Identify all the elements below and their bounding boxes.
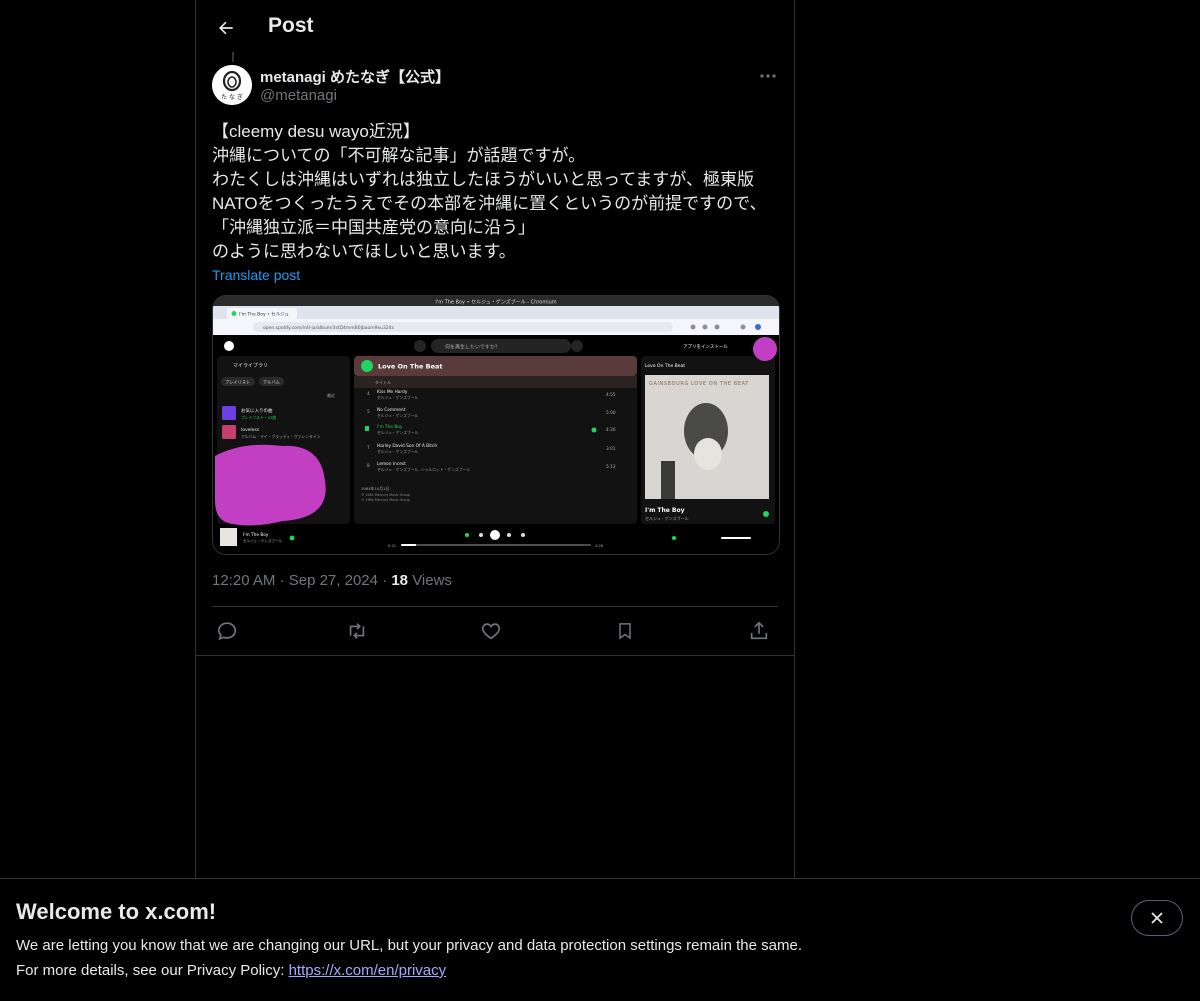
avatar[interactable]: た な ぎ: [212, 65, 252, 105]
media-album-play-button: [361, 360, 373, 372]
media-track-time: 5:12: [606, 464, 616, 470]
media-lib-item-title: loveless: [241, 427, 260, 433]
banner-policy-line: For more details, see our Privacy Policy…: [16, 962, 446, 979]
media-search-placeholder: 何を再生したいですか？: [445, 344, 500, 351]
media-recent-label: 最近: [327, 392, 335, 398]
media-pause-button: [490, 530, 500, 540]
media-np-track: I'm The Boy: [645, 507, 685, 514]
like-icon: [481, 623, 501, 640]
media-track-artist: セルジュ・ゲンズブール: [377, 449, 419, 454]
media-track-num: 7: [367, 445, 370, 451]
welcome-banner: Welcome to x.com! We are letting you kno…: [0, 878, 1200, 1001]
media-spotify-logo: [224, 341, 234, 351]
banner-policy-prefix: For more details, see our Privacy Policy…: [16, 962, 289, 979]
primary-column: Post た な ぎ metanagi めたなぎ【公式】 @metanagi 【…: [195, 0, 795, 1000]
media-time-elapsed: 0:21: [388, 544, 396, 548]
banner-close-button[interactable]: [1131, 900, 1183, 936]
media-cover-text: GAINSBOURG LOVE ON THE BEAT: [649, 381, 749, 387]
media-track-artist: セルジュ・ゲンズブール: [377, 395, 419, 400]
share-icon: [750, 621, 768, 640]
media-install-label: アプリをインストール: [683, 343, 728, 350]
post-text: 【cleemy desu wayo近況】 沖縄についての「不可解な記事」が話題で…: [212, 120, 778, 264]
media-track-num: 4: [367, 391, 370, 397]
post-text-line: わたくしは沖縄はいずれは独立したほうがいいと思ってますが、極東版: [212, 170, 754, 189]
media-copyright: ℗ 1984 Mercury Music Group: [361, 498, 410, 502]
media-track-artist: セルジュ・ゲンズブール: [377, 430, 419, 435]
post-time[interactable]: 12:20 AM: [212, 572, 275, 589]
media-lib-item-title: お気に入りの曲: [241, 407, 273, 414]
page-title: Post: [268, 14, 314, 37]
repost-button[interactable]: [342, 618, 372, 644]
media-track-time: 5:00: [606, 410, 616, 416]
reply-icon: [217, 622, 237, 641]
divider: [212, 606, 778, 607]
bookmark-button[interactable]: [610, 618, 640, 644]
action-bar: [212, 614, 778, 648]
repost-icon: [349, 623, 365, 639]
media-tab-label: I'm The Boy • セルジュ: [239, 312, 289, 318]
post-media-image[interactable]: I'm The Boy • セルジュ・ゲンズブール - Chromium I'm…: [212, 295, 780, 555]
privacy-policy-link[interactable]: https://x.com/en/privacy: [289, 962, 447, 979]
media-screenshot: I'm The Boy • セルジュ・ゲンズブール - Chromium I'm…: [213, 296, 779, 554]
views-count: 18: [391, 572, 409, 589]
media-track-time: 3:01: [606, 446, 616, 452]
translate-post-link[interactable]: Translate post: [212, 267, 300, 283]
media-track-num: 5: [367, 409, 370, 415]
media-track-artist: セルジュ・ゲンズブール: [377, 413, 419, 418]
media-np-artist: セルジュ・ゲンズブール: [645, 515, 689, 521]
more-button[interactable]: [756, 66, 780, 86]
views-label: Views: [412, 572, 452, 589]
post-bottom-border: [196, 655, 794, 656]
bookmark-icon: [619, 623, 631, 640]
user-handle[interactable]: @metanagi: [260, 87, 337, 104]
media-np-panel-title: Love On The Beat: [645, 363, 685, 369]
avatar-logo-icon: た な ぎ: [212, 65, 252, 105]
banner-message: We are letting you know that we are chan…: [16, 937, 802, 954]
media-redaction-dot: [753, 337, 777, 361]
media-bar-artist: セルジュ・ゲンズブール: [243, 538, 283, 543]
avatar-text: た な ぎ: [221, 93, 243, 101]
media-track-time: 4:55: [606, 392, 616, 398]
share-button[interactable]: [744, 618, 774, 644]
media-copyright: © 1984 Mercury Music Group: [361, 493, 410, 497]
back-button[interactable]: [210, 12, 242, 44]
display-name[interactable]: metanagi めたなぎ【公式】: [260, 66, 450, 87]
media-lib-item-sub: プレイリスト・47曲: [241, 415, 276, 420]
post-text-line: 「沖縄独立派＝中国共産党の意向に沿う」: [212, 218, 535, 237]
media-window-title: I'm The Boy • セルジュ・ゲンズブール - Chromium: [435, 299, 556, 306]
post-text-line: 【cleemy desu wayo近況】: [212, 122, 420, 141]
banner-title: Welcome to x.com!: [16, 899, 217, 924]
post-text-line: NATOをつくったうえでその本部を沖縄に置くというのが前提ですので、: [212, 194, 767, 213]
header-bar: Post: [196, 0, 794, 53]
post-text-line: のように思わないでほしいと思います。: [212, 242, 516, 261]
meta-separator: ·: [382, 572, 388, 589]
media-tab-favicon: [231, 311, 237, 316]
media-track-num: 8: [367, 463, 370, 469]
like-button[interactable]: [476, 618, 506, 644]
post-text-line: 沖縄についての「不可解な記事」が話題ですが。: [212, 146, 586, 165]
media-progress-fill: [401, 544, 417, 546]
post-date[interactable]: Sep 27, 2024: [289, 572, 378, 589]
media-library-label: マイライブラリ: [233, 362, 268, 369]
media-bar-track: I'm The Boy: [243, 532, 269, 538]
thread-line: [232, 52, 234, 62]
more-icon: [760, 74, 776, 78]
media-release-date: 1984年10月1日: [361, 486, 390, 491]
media-track-artist: セルジュ・ゲンズブール, シャルロット・ゲンズブール: [377, 467, 470, 472]
media-col-header: タイトル: [375, 379, 391, 385]
reply-button[interactable]: [212, 618, 242, 644]
media-track-time: 4:26: [606, 427, 616, 433]
back-arrow-icon: [219, 21, 233, 35]
post-metadata: 12:20 AM · Sep 27, 2024 · 18 Views: [212, 572, 452, 589]
media-address: open.spotify.com/intl-ja/album/3stD4mmB0…: [263, 325, 395, 331]
media-progress-track: [401, 544, 591, 546]
close-icon: [1151, 912, 1163, 924]
meta-separator: ·: [279, 572, 285, 589]
media-redaction-blob: [215, 444, 326, 526]
media-lib-item-sub: アルバム・マイ・ブラッディ・ヴァレンタイン: [241, 434, 321, 439]
media-time-total: 4:26: [595, 544, 604, 548]
media-album-title: Love On The Beat: [378, 363, 443, 371]
